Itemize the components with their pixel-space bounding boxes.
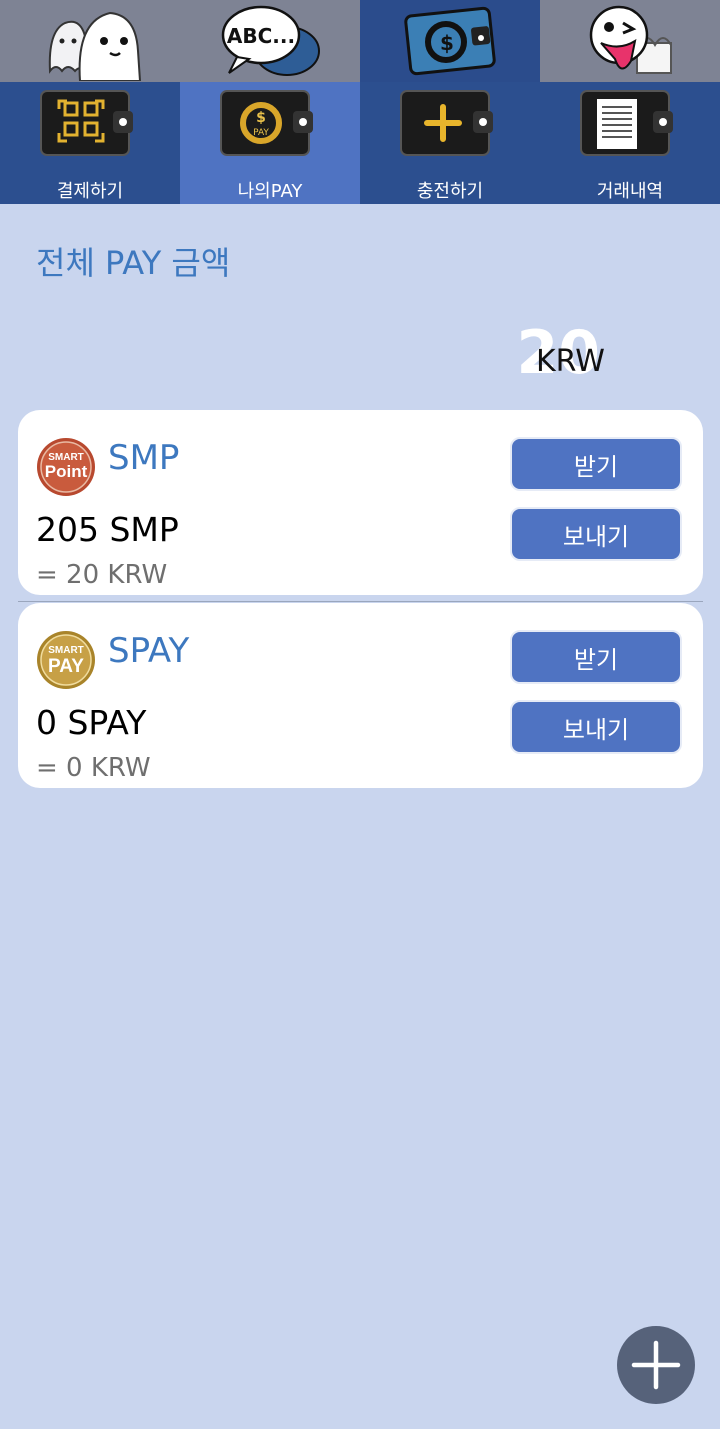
tab-charge[interactable]: 충전하기 bbox=[360, 82, 540, 204]
top-tab-language[interactable]: ABC... bbox=[180, 0, 360, 82]
sub-tabs: 결제하기 $ PAY 나의PAY 충전하기 거래내역 bbox=[0, 82, 720, 204]
pay-wallet-icon: $ PAY bbox=[220, 90, 313, 156]
tab-payment[interactable]: 결제하기 bbox=[0, 82, 180, 204]
svg-text:$: $ bbox=[440, 31, 454, 55]
spay-card: SMART PAY SPAY 0 SPAY = 0 KRW 받기 보내기 bbox=[18, 603, 703, 788]
smp-krw-value: = 20 KRW bbox=[36, 560, 168, 590]
tab-my-pay-label: 나의PAY bbox=[237, 181, 303, 202]
smp-receive-button[interactable]: 받기 bbox=[510, 437, 682, 491]
plus-icon bbox=[631, 1340, 681, 1390]
speech-bubble-text: ABC... bbox=[227, 24, 295, 48]
card-divider bbox=[18, 601, 703, 602]
spay-receive-button[interactable]: 받기 bbox=[510, 630, 682, 684]
top-tab-ghost[interactable] bbox=[0, 0, 180, 82]
tab-history-label: 거래내역 bbox=[596, 181, 664, 202]
add-fab-button[interactable] bbox=[617, 1326, 695, 1404]
tab-payment-label: 결제하기 bbox=[56, 181, 124, 202]
smart-point-coin-icon: SMART Point bbox=[37, 438, 95, 496]
smp-card: SMART Point SMP 205 SMP = 20 KRW 받기 보내기 bbox=[18, 410, 703, 595]
jack-in-box-icon bbox=[589, 5, 672, 74]
smp-balance: 205 SMP bbox=[36, 510, 179, 549]
total-pay-title: 전체 PAY 금액 bbox=[36, 244, 231, 282]
speech-bubble-icon: ABC... bbox=[221, 5, 320, 76]
wallet-coin-icon: $ bbox=[404, 6, 496, 76]
spay-coin-top-text: SMART bbox=[48, 645, 84, 656]
total-pay-unit: KRW bbox=[536, 344, 605, 379]
document-wallet-icon bbox=[580, 90, 673, 156]
svg-text:$: $ bbox=[256, 110, 266, 126]
tab-my-pay[interactable]: $ PAY 나의PAY bbox=[180, 82, 360, 204]
spay-name: SPAY bbox=[108, 631, 190, 671]
top-category-tabs: ABC... $ bbox=[0, 0, 720, 82]
top-tab-fun[interactable] bbox=[540, 0, 720, 82]
smp-name: SMP bbox=[108, 438, 180, 478]
tab-history[interactable]: 거래내역 bbox=[540, 82, 720, 204]
spay-krw-value: = 0 KRW bbox=[36, 753, 151, 783]
ghost-icon bbox=[48, 11, 142, 81]
top-tab-wallet[interactable]: $ bbox=[360, 0, 540, 82]
spay-send-button[interactable]: 보내기 bbox=[510, 700, 682, 754]
svg-text:PAY: PAY bbox=[253, 128, 269, 138]
tab-charge-label: 충전하기 bbox=[416, 181, 484, 202]
smp-coin-main-text: Point bbox=[45, 462, 88, 481]
spay-coin-main-text: PAY bbox=[48, 656, 84, 677]
plus-wallet-icon bbox=[400, 90, 493, 156]
smart-pay-coin-icon: SMART PAY bbox=[37, 631, 95, 689]
spay-balance: 0 SPAY bbox=[36, 703, 147, 742]
qr-wallet-icon bbox=[40, 90, 133, 156]
smp-send-button[interactable]: 보내기 bbox=[510, 507, 682, 561]
